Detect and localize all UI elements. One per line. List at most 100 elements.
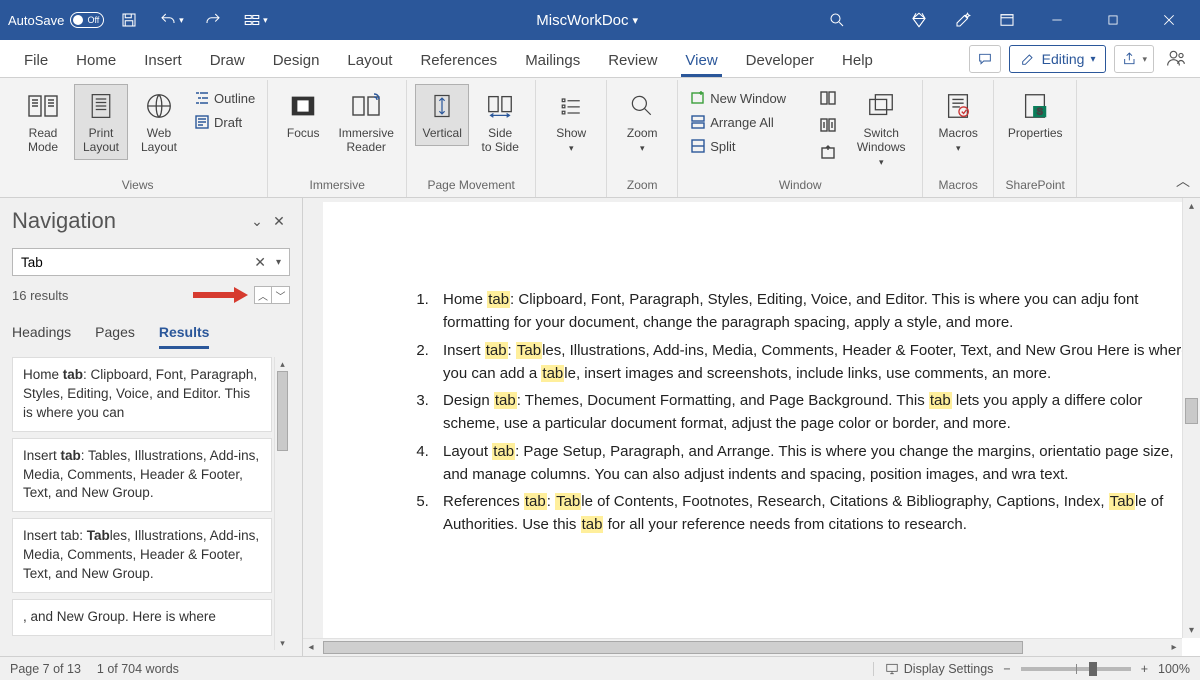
account-icon[interactable] [1162, 48, 1190, 71]
vertical-button[interactable]: Vertical [415, 84, 469, 146]
redo-icon[interactable] [196, 5, 230, 35]
print-layout-button[interactable]: Print Layout [74, 84, 128, 160]
search-result-item[interactable]: Home tab: Clipboard, Font, Paragraph, St… [12, 357, 272, 432]
tab-layout[interactable]: Layout [333, 44, 406, 77]
ribbon-group-immersive: Focus Immersive Reader Immersive [268, 80, 407, 197]
clear-search-icon[interactable]: ✕ [248, 254, 272, 271]
tab-home[interactable]: Home [62, 44, 130, 77]
autosave-toggle[interactable]: AutoSave Off [8, 12, 104, 28]
tab-help[interactable]: Help [828, 44, 887, 77]
zoom-in-button[interactable]: + [1141, 662, 1148, 676]
scroll-down-icon[interactable]: ▾ [1183, 622, 1200, 638]
ribbon-group-macros: Macros▾ Macros [923, 80, 994, 197]
tab-review[interactable]: Review [594, 44, 671, 77]
ribbon-group-page-movement: Vertical Side to Side Page Movement [407, 80, 536, 197]
customize-qat-icon[interactable]: ▾ [238, 5, 272, 35]
ribbon-group-window: New Window Arrange All Split Switch Wind… [678, 80, 923, 197]
scroll-up-icon[interactable]: ▴ [1183, 198, 1200, 214]
close-button[interactable] [1146, 5, 1192, 35]
page-status[interactable]: Page 7 of 13 [10, 662, 81, 676]
collapse-ribbon-icon[interactable]: ︿ [1176, 171, 1190, 191]
scroll-thumb[interactable] [323, 641, 1023, 654]
macros-button[interactable]: Macros▾ [931, 84, 985, 158]
search-result-item[interactable]: Insert tab: Tables, Illustrations, Add-i… [12, 438, 272, 513]
nav-search-input[interactable] [21, 255, 248, 270]
zoom-out-button[interactable]: − [1003, 662, 1010, 676]
pointer-arrow-annotation [193, 288, 248, 302]
scroll-left-icon[interactable]: ◂ [303, 639, 319, 656]
ribbon-group-show: Show▾ [536, 80, 607, 197]
display-settings-button[interactable]: Display Settings [873, 662, 994, 676]
list-item: References tab: Table of Contents, Footn… [433, 490, 1200, 537]
ribbon-mode-icon[interactable] [990, 5, 1024, 35]
focus-button[interactable]: Focus [276, 84, 330, 146]
scroll-up-icon[interactable]: ▴ [275, 357, 290, 371]
prev-result-button[interactable]: ︿ [254, 286, 272, 304]
tab-developer[interactable]: Developer [732, 44, 828, 77]
outline-button[interactable]: Outline [190, 88, 259, 108]
show-dropdown[interactable]: Show▾ [544, 84, 598, 158]
scroll-down-icon[interactable]: ▾ [275, 636, 290, 650]
tab-insert[interactable]: Insert [130, 44, 196, 77]
sync-scroll-icon[interactable] [820, 117, 844, 136]
share-button[interactable]: ▾ [1114, 45, 1154, 73]
close-icon[interactable]: ✕ [268, 213, 290, 230]
vertical-scrollbar[interactable]: ▴ ▾ [1182, 198, 1200, 638]
menu-bar: FileHomeInsertDrawDesignLayoutReferences… [0, 40, 1200, 78]
properties-button[interactable]: SProperties [1002, 84, 1068, 146]
new-window-button[interactable]: New Window [686, 88, 816, 108]
search-options-icon[interactable]: ▾ [272, 257, 285, 268]
nav-tab-results[interactable]: Results [159, 318, 210, 349]
chevron-down-icon: ▾ [633, 14, 639, 27]
ribbon-group-sharepoint: SProperties SharePoint [994, 80, 1077, 197]
arrange-all-button[interactable]: Arrange All [686, 112, 816, 132]
nav-tab-headings[interactable]: Headings [12, 318, 71, 349]
scroll-thumb[interactable] [277, 371, 288, 451]
read-mode-button[interactable]: Read Mode [16, 84, 70, 160]
tab-file[interactable]: File [10, 44, 62, 77]
ribbon: Read Mode Print Layout Web Layout Outlin… [0, 78, 1200, 198]
immersive-reader-button[interactable]: Immersive Reader [334, 84, 398, 160]
zoom-slider[interactable] [1021, 667, 1131, 671]
maximize-button[interactable] [1090, 5, 1136, 35]
search-result-item[interactable]: , and New Group. Here is where [12, 599, 272, 636]
document-page[interactable]: Home tab: Clipboard, Font, Paragraph, St… [323, 202, 1200, 656]
tab-design[interactable]: Design [259, 44, 334, 77]
side-to-side-button[interactable]: Side to Side [473, 84, 527, 160]
next-result-button[interactable]: ﹀ [272, 286, 290, 304]
title-bar: AutoSave Off ▾ ▾ MiscWorkDoc▾ [0, 0, 1200, 40]
search-result-item[interactable]: Insert tab: Tables, Illustrations, Add-i… [12, 518, 272, 593]
undo-icon[interactable]: ▾ [154, 5, 188, 35]
nav-tab-pages[interactable]: Pages [95, 318, 135, 349]
minimize-button[interactable] [1034, 5, 1080, 35]
zoom-level[interactable]: 100% [1158, 662, 1190, 676]
pencil-sparkle-icon[interactable] [946, 5, 980, 35]
group-label: Views [16, 176, 259, 195]
save-icon[interactable] [112, 5, 146, 35]
zoom-button[interactable]: Zoom▾ [615, 84, 669, 158]
nav-scrollbar[interactable]: ▴ ▾ [274, 357, 290, 650]
document-title[interactable]: MiscWorkDoc▾ [536, 12, 638, 29]
chevron-down-icon: ▾ [1090, 54, 1095, 65]
word-count[interactable]: 1 of 704 words [97, 662, 179, 676]
horizontal-scrollbar[interactable]: ◂ ▸ [303, 638, 1182, 656]
switch-windows-button[interactable]: Switch Windows▾ [848, 84, 914, 172]
web-layout-button[interactable]: Web Layout [132, 84, 186, 160]
tab-references[interactable]: References [406, 44, 511, 77]
comments-button[interactable] [969, 45, 1001, 73]
editing-mode-button[interactable]: Editing▾ [1009, 45, 1107, 73]
list-item: Design tab: Themes, Document Formatting,… [433, 389, 1200, 436]
tab-view[interactable]: View [671, 44, 731, 77]
scroll-right-icon[interactable]: ▸ [1166, 639, 1182, 656]
tab-mailings[interactable]: Mailings [511, 44, 594, 77]
diamond-icon[interactable] [902, 5, 936, 35]
reset-window-icon[interactable] [820, 144, 844, 163]
split-button[interactable]: Split [686, 136, 816, 156]
view-side-icon[interactable] [820, 90, 844, 109]
search-icon[interactable] [820, 5, 854, 35]
scroll-thumb[interactable] [1185, 398, 1198, 424]
draft-button[interactable]: Draft [190, 112, 259, 132]
tab-draw[interactable]: Draw [196, 44, 259, 77]
nav-search-box[interactable]: ✕ ▾ [12, 248, 290, 276]
chevron-down-icon[interactable]: ⌄ [246, 213, 268, 230]
